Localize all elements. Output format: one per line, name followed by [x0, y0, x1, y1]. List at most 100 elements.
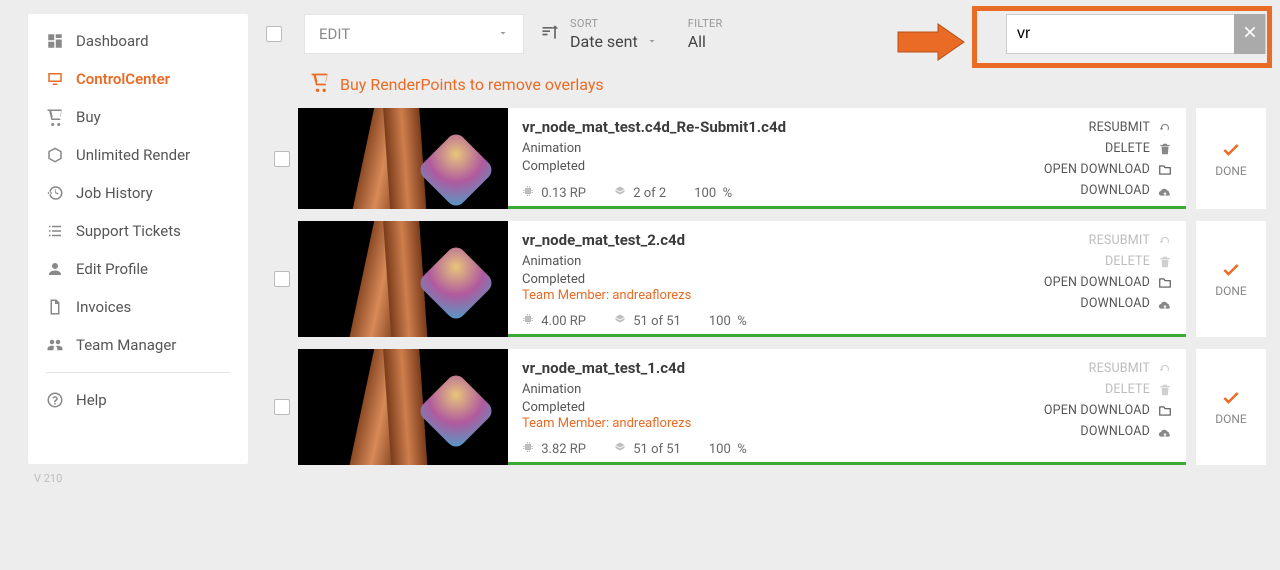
- chevron-down-icon: [497, 25, 509, 43]
- done-label: DONE: [1215, 412, 1247, 426]
- resubmit-button[interactable]: RESUBMIT: [1089, 120, 1172, 135]
- version-label: V 210: [34, 472, 248, 485]
- sidebar-item-unlimited-render[interactable]: Unlimited Render: [28, 136, 248, 174]
- job-checkbox[interactable]: [274, 271, 290, 287]
- search-input[interactable]: [1007, 25, 1234, 43]
- job-row: vr_node_mat_test.c4d_Re-Submit1.c4d Anima…: [266, 108, 1266, 209]
- delete-button[interactable]: DELETE: [1105, 254, 1172, 269]
- sidebar-item-dashboard[interactable]: Dashboard: [28, 22, 248, 60]
- job-thumbnail[interactable]: [298, 349, 508, 465]
- close-icon: [1242, 24, 1258, 44]
- open-download-button[interactable]: OPEN DOWNLOAD: [1044, 162, 1172, 177]
- job-actions: RESUBMIT DELETE OPEN DOWNLOAD DOWNLOAD: [986, 349, 1186, 465]
- sidebar-item-label: ControlCenter: [76, 70, 170, 88]
- sidebar-item-label: Support Tickets: [76, 222, 181, 240]
- open-download-button[interactable]: OPEN DOWNLOAD: [1044, 275, 1172, 290]
- separator: [46, 372, 230, 373]
- job-checkbox[interactable]: [274, 399, 290, 415]
- sort-label: SORT: [570, 17, 658, 30]
- sidebar-item-buy[interactable]: Buy: [28, 98, 248, 136]
- job-status: Completed: [522, 271, 972, 289]
- progress-bar: [508, 206, 1186, 209]
- sidebar-item-invoices[interactable]: Invoices: [28, 288, 248, 326]
- job-row: vr_node_mat_test_1.c4d AnimationCompleted…: [266, 349, 1266, 465]
- search-clear-button[interactable]: [1234, 14, 1265, 54]
- sidebar-item-label: Buy: [76, 108, 101, 126]
- job-card: vr_node_mat_test_2.c4d AnimationCompleted…: [298, 221, 1186, 337]
- sidebar-item-support-tickets[interactable]: Support Tickets: [28, 212, 248, 250]
- resubmit-button[interactable]: RESUBMIT: [1089, 361, 1172, 376]
- job-rp: 0.13 RP: [522, 185, 586, 201]
- chevron-down-icon: [646, 32, 658, 51]
- job-rp: 3.82 RP: [522, 441, 586, 457]
- job-title: vr_node_mat_test_1.c4d: [522, 359, 972, 377]
- done-tile: DONE: [1196, 221, 1266, 337]
- done-label: DONE: [1215, 164, 1247, 178]
- sidebar-item-job-history[interactable]: Job History: [28, 174, 248, 212]
- job-stats: 0.13 RP 2 of 2100 %: [522, 185, 972, 201]
- sidebar-item-team-manager[interactable]: Team Manager: [28, 326, 248, 364]
- job-checkbox-cell: [266, 108, 298, 209]
- sort-value: Date sent: [570, 32, 638, 51]
- annotation-arrow: [896, 20, 966, 64]
- check-icon: [1221, 260, 1241, 280]
- help-icon: [46, 391, 64, 409]
- doc-icon: [46, 298, 64, 316]
- download-button[interactable]: DOWNLOAD: [1080, 424, 1172, 439]
- filter-value: All: [688, 32, 706, 51]
- sidebar-item-label: Invoices: [76, 298, 131, 316]
- done-label: DONE: [1215, 284, 1247, 298]
- check-icon: [1221, 140, 1241, 160]
- job-frames: 51 of 51: [614, 313, 681, 329]
- job-type: Animation: [522, 140, 972, 158]
- buy-banner-text: Buy RenderPoints to remove overlays: [340, 75, 604, 94]
- filter-dropdown[interactable]: FILTER All: [688, 17, 723, 51]
- edit-dropdown[interactable]: EDIT: [304, 14, 524, 54]
- job-rp: 4.00 RP: [522, 313, 586, 329]
- job-status: Completed: [522, 399, 972, 417]
- job-row: vr_node_mat_test_2.c4d AnimationCompleted…: [266, 221, 1266, 337]
- progress-bar: [508, 334, 1186, 337]
- search-box: [1006, 14, 1266, 54]
- monitor-icon: [46, 70, 64, 88]
- job-checkbox-cell: [266, 349, 298, 465]
- job-type: Animation: [522, 381, 972, 399]
- history-icon: [46, 184, 64, 202]
- download-button[interactable]: DOWNLOAD: [1080, 296, 1172, 311]
- resubmit-button[interactable]: RESUBMIT: [1089, 233, 1172, 248]
- grid-icon: [46, 32, 64, 50]
- sidebar-item-controlcenter[interactable]: ControlCenter: [28, 60, 248, 98]
- job-thumbnail[interactable]: [298, 108, 508, 209]
- delete-button[interactable]: DELETE: [1105, 382, 1172, 397]
- edit-label: EDIT: [319, 25, 350, 43]
- select-all-checkbox[interactable]: [266, 26, 282, 42]
- main: EDIT SORT Date sent FILTER All: [248, 14, 1266, 556]
- job-info: vr_node_mat_test_2.c4d AnimationCompleted…: [508, 221, 986, 337]
- buy-renderpoints-link[interactable]: Buy RenderPoints to remove overlays: [310, 72, 1266, 96]
- sidebar-item-label: Edit Profile: [76, 260, 148, 278]
- delete-button[interactable]: DELETE: [1105, 141, 1172, 156]
- job-thumbnail[interactable]: [298, 221, 508, 337]
- sort-direction-icon[interactable]: [540, 22, 560, 46]
- job-type: Animation: [522, 253, 972, 271]
- download-button[interactable]: DOWNLOAD: [1080, 183, 1172, 198]
- filter-label: FILTER: [688, 17, 723, 30]
- sort-dropdown[interactable]: SORT Date sent: [570, 17, 658, 51]
- sidebar: Dashboard ControlCenter Buy Unlimited Rende…: [28, 14, 248, 464]
- check-icon: [1221, 388, 1241, 408]
- job-title: vr_node_mat_test_2.c4d: [522, 231, 972, 249]
- open-download-button[interactable]: OPEN DOWNLOAD: [1044, 403, 1172, 418]
- cube-icon: [46, 146, 64, 164]
- job-checkbox[interactable]: [274, 151, 290, 167]
- job-title: vr_node_mat_test.c4d_Re-Submit1.c4d: [522, 118, 972, 136]
- done-tile: DONE: [1196, 349, 1266, 465]
- list-icon: [46, 222, 64, 240]
- job-card: vr_node_mat_test.c4d_Re-Submit1.c4d Anima…: [298, 108, 1186, 209]
- job-list: vr_node_mat_test.c4d_Re-Submit1.c4d Anima…: [266, 108, 1266, 465]
- sidebar-item-help[interactable]: Help: [28, 381, 248, 419]
- user-icon: [46, 260, 64, 278]
- sidebar-item-edit-profile[interactable]: Edit Profile: [28, 250, 248, 288]
- job-team-member: Team Member: andreaflorezs: [522, 288, 972, 303]
- team-icon: [46, 336, 64, 354]
- cart-icon: [46, 108, 64, 126]
